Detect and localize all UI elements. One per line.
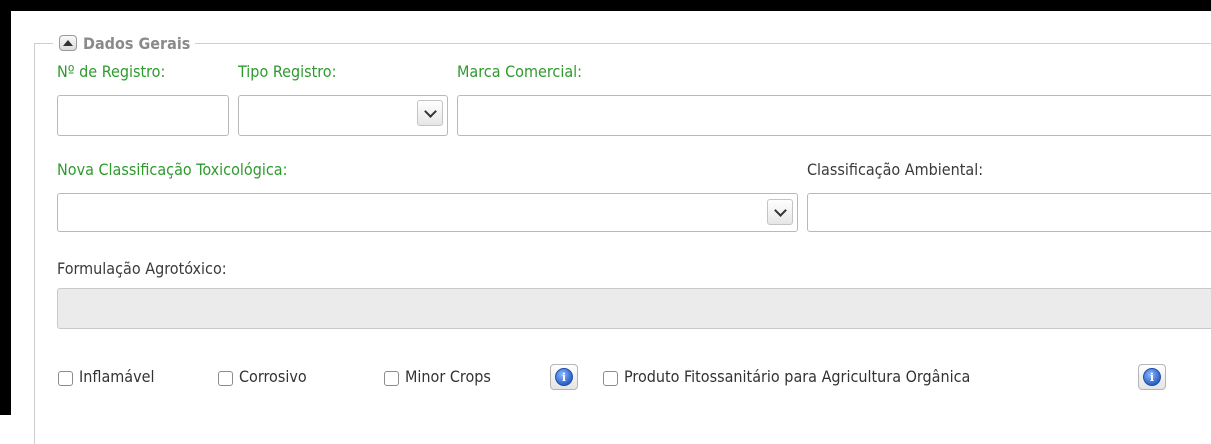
classificacao-ambiental-input[interactable]	[807, 193, 1211, 232]
organica-checkbox[interactable]	[603, 371, 618, 386]
info-icon: i	[1143, 368, 1161, 386]
organica-info-button[interactable]: i	[1138, 364, 1166, 390]
marca-comercial-input[interactable]	[457, 95, 1211, 136]
organica-label: Produto Fitossanitário para Agricultura …	[624, 367, 971, 386]
nova-classificacao-dropdown-button[interactable]	[767, 199, 793, 225]
collapse-toggle-button[interactable]	[59, 35, 77, 51]
caret-up-icon	[63, 40, 73, 46]
minor-crops-checkbox[interactable]	[384, 371, 399, 386]
tipo-registro-label: Tipo Registro:	[238, 62, 337, 81]
section-title: Dados Gerais	[83, 33, 191, 53]
info-icon: i	[555, 368, 573, 386]
formulacao-label: Formulação Agrotóxico:	[57, 259, 227, 278]
fieldset-legend: Dados Gerais	[53, 29, 196, 57]
formulacao-input	[57, 288, 1211, 329]
marca-comercial-label: Marca Comercial:	[457, 62, 582, 81]
inflamavel-label: Inflamável	[79, 367, 155, 386]
classificacao-ambiental-label: Classificação Ambiental:	[807, 160, 984, 179]
nova-classificacao-select[interactable]	[57, 193, 798, 232]
nova-classificacao-label: Nova Classificação Toxicológica:	[57, 160, 288, 179]
numero-registro-input[interactable]	[57, 95, 229, 136]
minor-crops-label: Minor Crops	[405, 367, 491, 386]
corrosivo-checkbox[interactable]	[218, 371, 233, 386]
chevron-down-icon	[423, 104, 437, 118]
inflamavel-checkbox[interactable]	[58, 371, 73, 386]
chevron-down-icon	[773, 203, 787, 217]
tipo-registro-dropdown-button[interactable]	[417, 100, 443, 126]
minor-crops-info-button[interactable]: i	[550, 364, 578, 390]
numero-registro-label: Nº de Registro:	[57, 62, 166, 81]
checkbox-row: Inflamável Corrosivo Minor Crops i Produ…	[57, 364, 1211, 394]
corrosivo-label: Corrosivo	[239, 367, 307, 386]
